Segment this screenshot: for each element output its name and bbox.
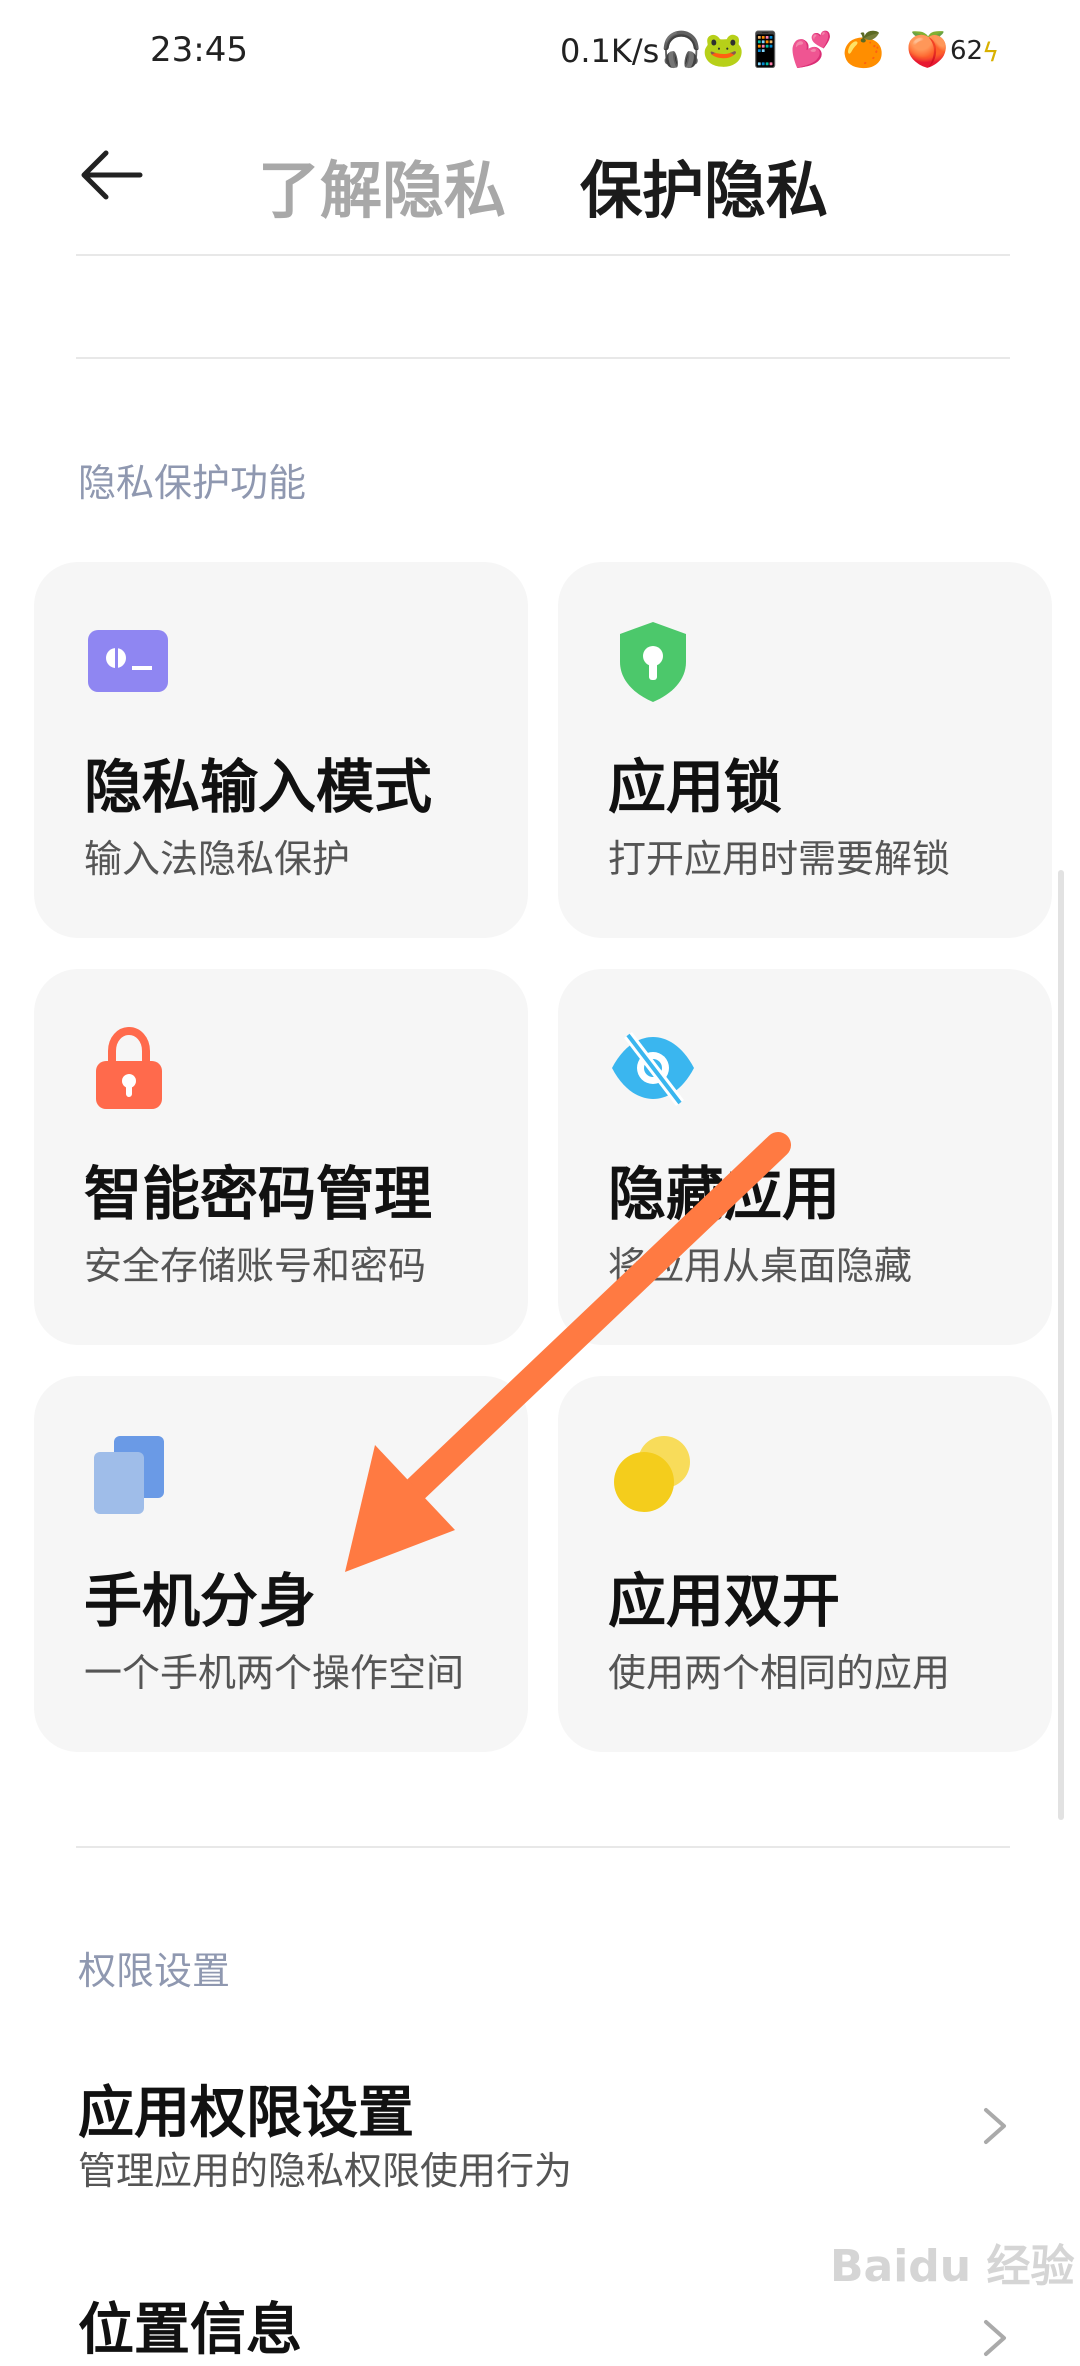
back-arrow-icon[interactable] [78,145,144,205]
section-label-permissions: 权限设置 [78,1949,231,1993]
divider [76,254,1010,256]
list-item-title: 应用权限设置 [78,2081,414,2146]
network-speed: 0.1K/s [560,32,660,70]
hearts-sticker-icon: 💕 [790,30,833,70]
keyboard-privacy-icon [88,630,168,692]
list-item-title: 位置信息 [78,2298,302,2363]
card-dual-apps[interactable]: 应用双开 使用两个相同的应用 [558,1376,1052,1752]
status-time: 23:45 [150,30,248,70]
peach-sticker-icon: 🍑 [906,30,949,70]
card-title: 隐私输入模式 [84,753,433,821]
shield-lock-icon [620,622,686,702]
phone-sticker-icon: 📱 [744,30,787,70]
card-app-lock[interactable]: 应用锁 打开应用时需要解锁 [558,562,1052,938]
card-subtitle: 打开应用时需要解锁 [608,837,951,881]
card-title: 智能密码管理 [84,1160,433,1228]
card-title: 手机分身 [84,1567,317,1635]
grapefruit-sticker-icon: 🍊 [842,30,885,70]
frog-sticker-icon: 🐸 [702,30,745,70]
card-hide-apps[interactable]: 隐藏应用 将应用从桌面隐藏 [558,969,1052,1345]
list-item-subtitle: 管理应用的隐私权限使用行为 [78,2149,573,2193]
tab-learn-privacy[interactable]: 了解隐私 [258,140,506,230]
chevron-right-icon [984,2320,1006,2356]
card-subtitle: 将应用从桌面隐藏 [608,1244,913,1288]
card-title: 隐藏应用 [608,1160,841,1228]
chevron-right-icon [984,2108,1006,2144]
status-bar: 23:45 0.1K/s 🎧 🐸 📱 💕 🍊 🍑 62 ϟ [0,0,1080,100]
card-smart-password[interactable]: 智能密码管理 安全存储账号和密码 [34,969,528,1345]
card-subtitle: 一个手机两个操作空间 [84,1651,465,1695]
divider [76,1846,1010,1848]
card-subtitle: 使用两个相同的应用 [608,1651,951,1695]
watermark-logo: Baidu 经验 [830,2241,1075,2292]
headset-icon: 🎧 [660,30,703,70]
scrollbar[interactable] [1058,870,1064,1820]
dual-space-icon [94,1436,164,1514]
card-title: 应用锁 [608,753,783,821]
tab-protect-privacy[interactable]: 保护隐私 [580,140,828,230]
charging-icon: ϟ [982,38,1000,68]
padlock-icon [96,1026,162,1109]
card-title: 应用双开 [608,1567,841,1635]
card-second-space[interactable]: 手机分身 一个手机两个操作空间 [34,1376,528,1752]
eye-hidden-icon [612,1031,694,1107]
card-privacy-input-mode[interactable]: 隐私输入模式 输入法隐私保护 [34,562,528,938]
dual-apps-icon [614,1436,690,1512]
battery-level: 62 [950,36,984,66]
card-subtitle: 安全存储账号和密码 [84,1244,427,1288]
divider [76,357,1010,359]
card-subtitle: 输入法隐私保护 [84,837,351,881]
section-label-privacy-features: 隐私保护功能 [78,461,307,505]
